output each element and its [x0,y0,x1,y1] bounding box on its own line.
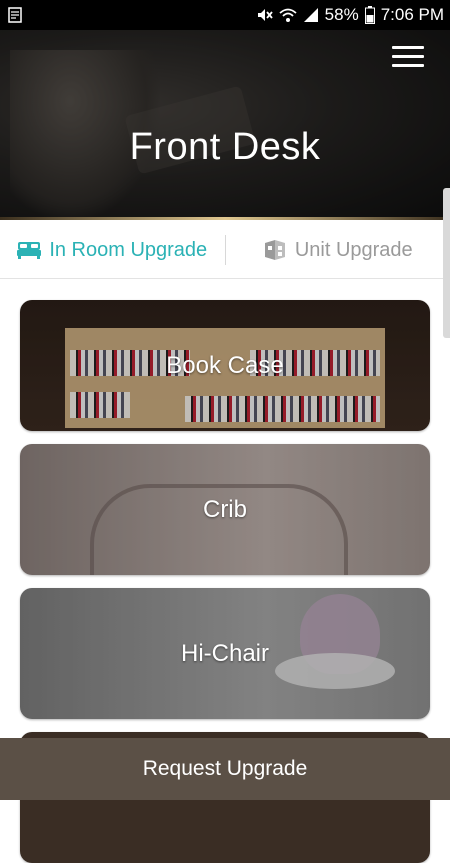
header-banner: Front Desk [0,30,450,220]
battery-icon [365,6,375,24]
header-divider [0,217,450,220]
mute-icon [255,6,273,24]
bed-icon [17,240,41,260]
status-right: 58% 7:06 PM [255,5,444,25]
header-overlay [0,30,450,220]
wifi-icon [279,6,297,24]
tab-unit-upgrade[interactable]: Unit Upgrade [226,222,450,278]
request-upgrade-button[interactable]: Request Upgrade [0,738,450,800]
upgrade-tabs: In Room Upgrade Unit Upgrade [0,222,450,279]
battery-percent: 58% [325,5,359,25]
card-label: Crib [20,444,430,575]
tab-label: Unit Upgrade [295,239,413,262]
status-bar: 58% 7:06 PM [0,0,450,30]
signal-icon [303,7,319,23]
card-crib[interactable]: Crib [20,444,430,575]
status-left [8,7,24,23]
card-label: Book Case [20,300,430,431]
card-label: Hi-Chair [20,588,430,719]
notification-icon [8,7,24,23]
clock: 7:06 PM [381,5,444,25]
card-hi-chair[interactable]: Hi-Chair [20,588,430,719]
scrollbar-thumb[interactable] [443,188,450,338]
building-icon [263,239,287,261]
page-title: Front Desk [0,126,450,169]
hamburger-menu-icon[interactable] [392,46,424,70]
card-book-case[interactable]: Book Case [20,300,430,431]
tab-in-room-upgrade[interactable]: In Room Upgrade [0,222,225,278]
tab-label: In Room Upgrade [49,239,207,262]
